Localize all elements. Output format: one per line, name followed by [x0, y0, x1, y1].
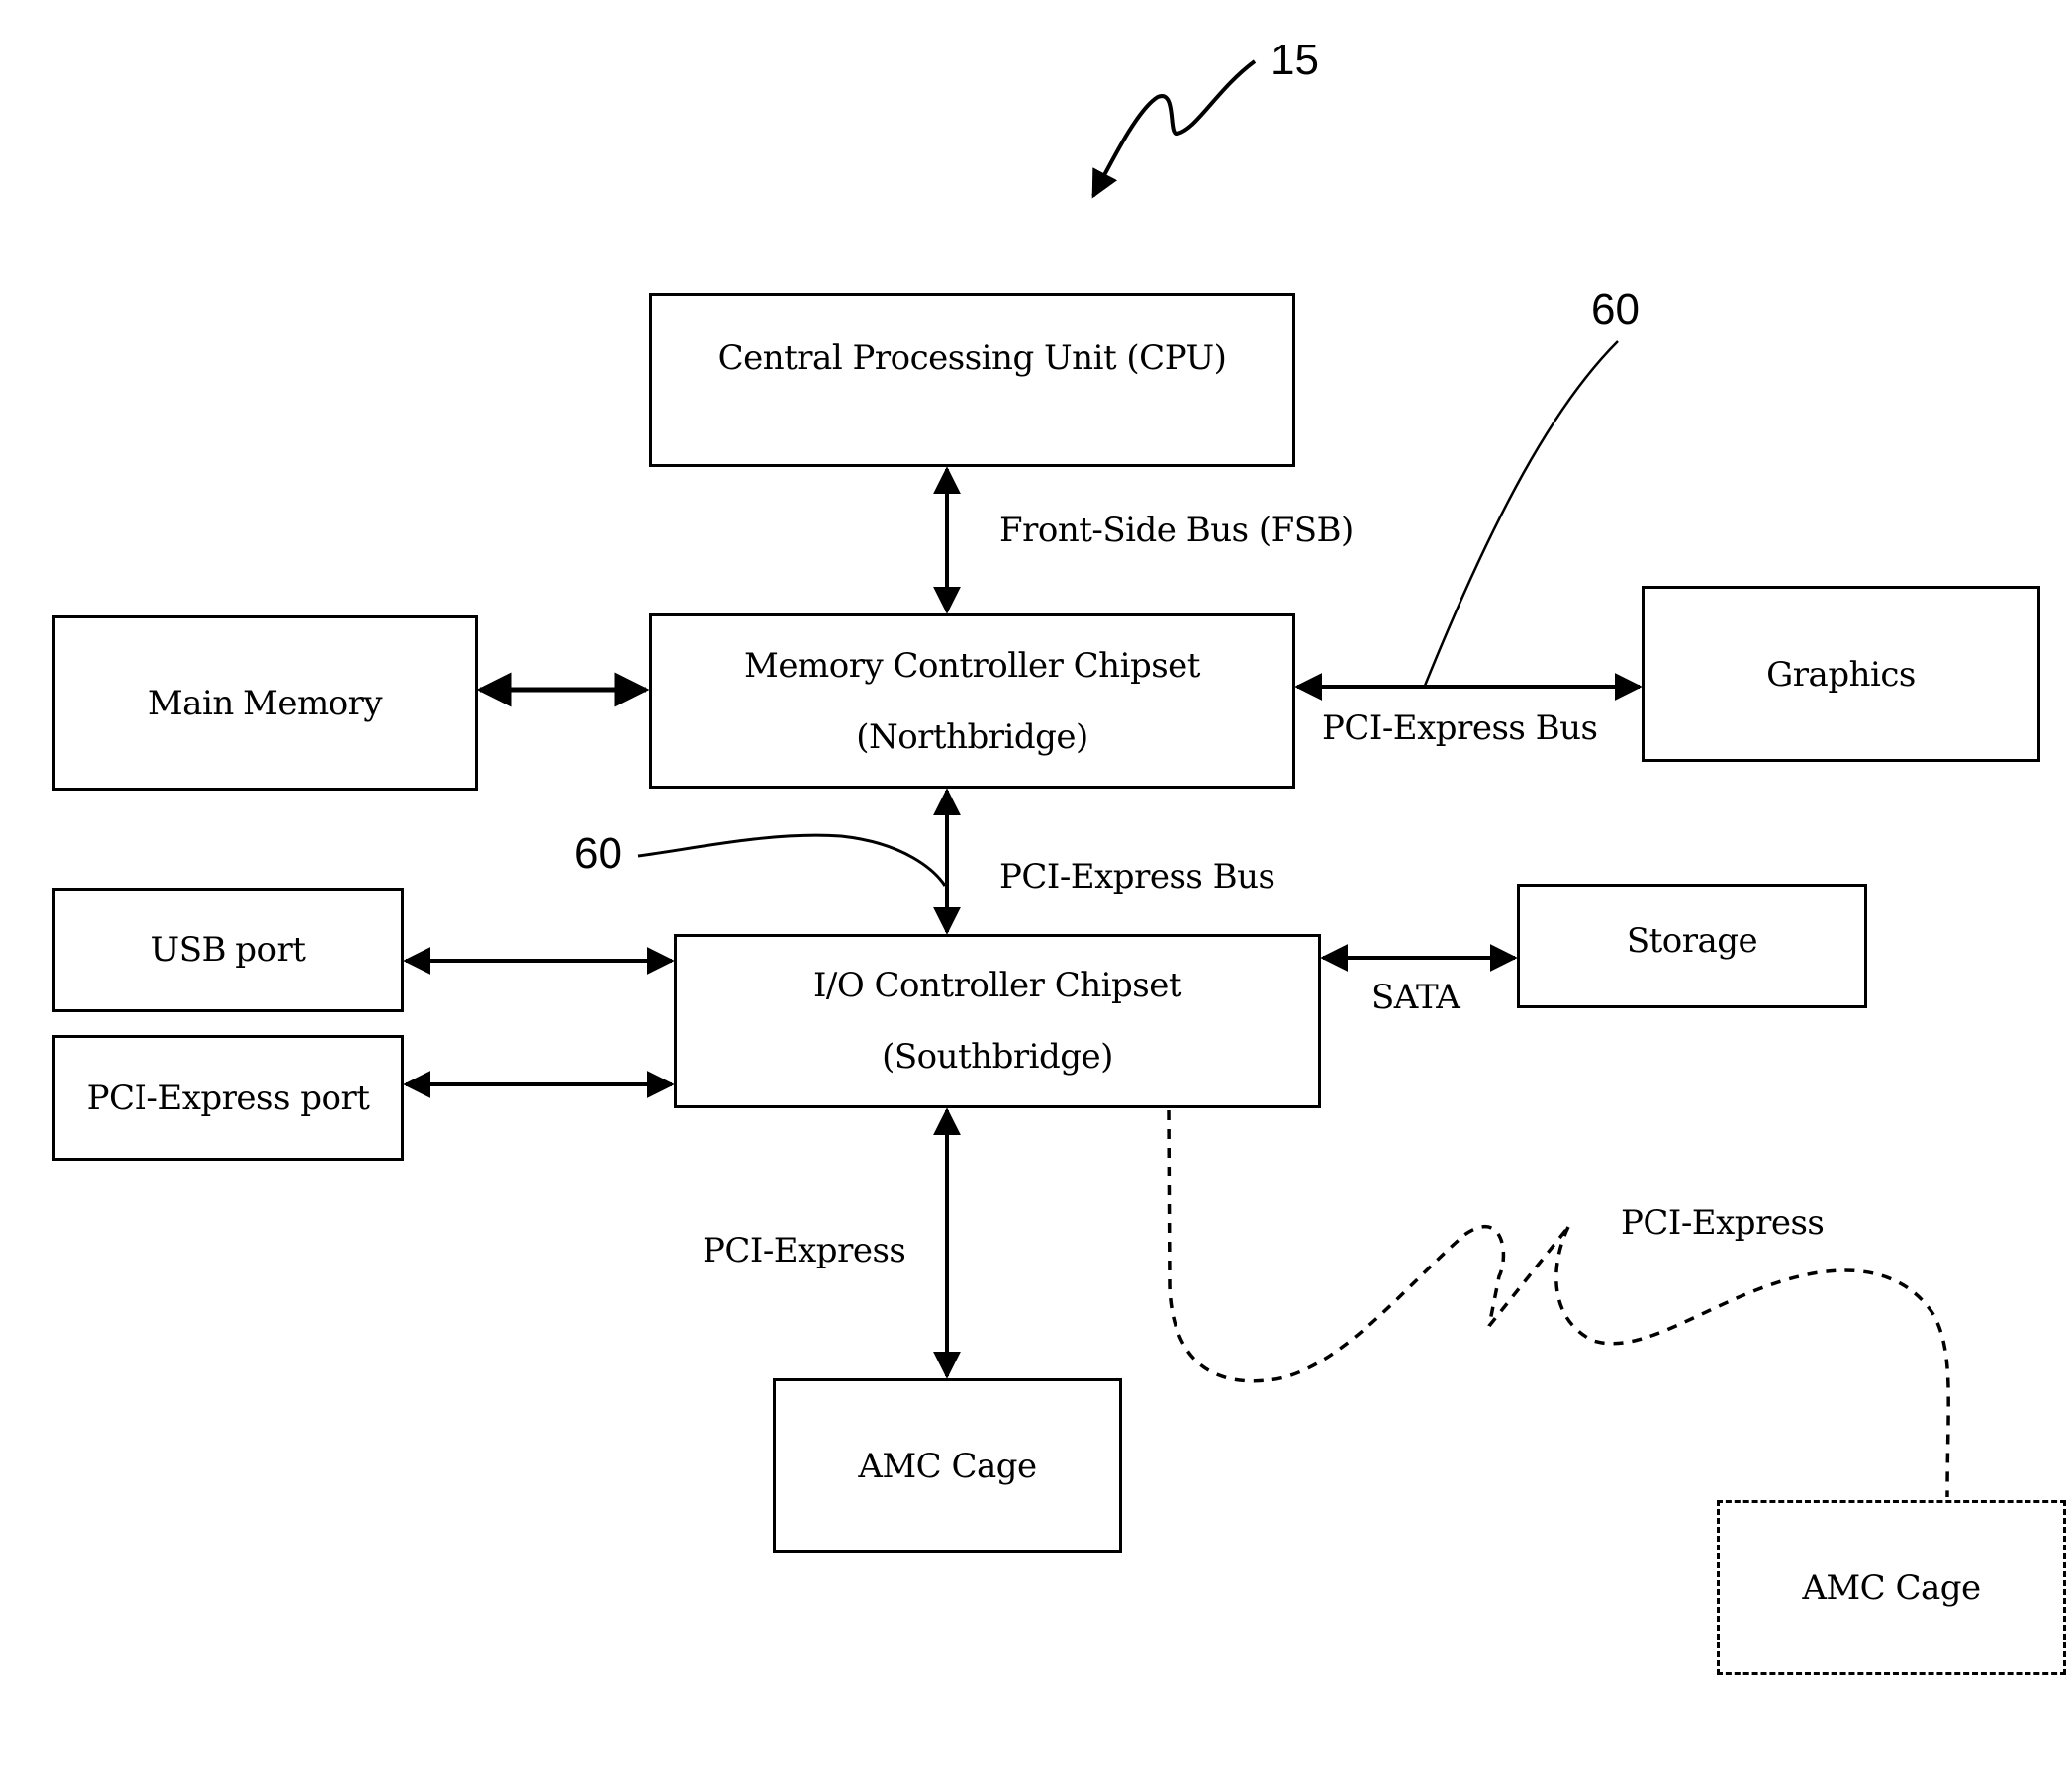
amc-local-link-label: PCI-Express — [703, 1231, 906, 1270]
northbridge-label-line2: (Northbridge) — [856, 716, 1088, 757]
amc-remote-dashed-link — [1167, 1109, 1950, 1498]
southbridge-label-line1: I/O Controller Chipset — [812, 966, 1182, 1005]
nb-graphics-bus-label: PCI-Express Bus — [1322, 708, 1598, 748]
main-memory-box: Main Memory — [52, 615, 478, 791]
main-memory-label: Main Memory — [147, 683, 383, 723]
amc-cage-remote-label: AMC Cage — [1802, 1567, 1981, 1608]
storage-box: Storage — [1517, 884, 1867, 1008]
nb-sb-bus-label: PCI-Express Bus — [999, 857, 1275, 896]
pcie-port-box: PCI-Express port — [52, 1035, 404, 1161]
amc-cage-remote-box: AMC Cage — [1717, 1500, 2066, 1675]
usb-port-box: USB port — [52, 888, 404, 1012]
amc-cage-local-box: AMC Cage — [773, 1378, 1122, 1553]
graphics-label: Graphics — [1766, 655, 1916, 695]
pcie-port-label: PCI-Express port — [86, 1078, 370, 1118]
fsb-label: Front-Side Bus (FSB) — [999, 511, 1354, 550]
ref-60-leader-mid — [637, 833, 947, 887]
ref-number-15: 15 — [1271, 36, 1319, 84]
amc-remote-link-label: PCI-Express — [1621, 1203, 1825, 1243]
sata-label: SATA — [1371, 978, 1460, 1017]
graphics-box: Graphics — [1642, 586, 2040, 762]
ref-15-leader — [1091, 59, 1257, 199]
cpu-box: Central Processing Unit (CPU) — [649, 293, 1295, 467]
southbridge-box: I/O Controller Chipset (Southbridge) — [674, 934, 1321, 1108]
cpu-label: Central Processing Unit (CPU) — [717, 338, 1227, 378]
amc-cage-local-label: AMC Cage — [858, 1446, 1037, 1486]
ref-number-60-mid: 60 — [574, 829, 622, 878]
northbridge-box: Memory Controller Chipset (Northbridge) — [649, 613, 1295, 789]
ref-60-leader-top — [1423, 340, 1619, 687]
ref-number-60-top: 60 — [1591, 285, 1640, 333]
northbridge-label-line1: Memory Controller Chipset — [744, 645, 1200, 686]
storage-label: Storage — [1626, 921, 1758, 961]
usb-port-label: USB port — [150, 930, 306, 970]
southbridge-label-line2: (Southbridge) — [882, 1037, 1113, 1077]
